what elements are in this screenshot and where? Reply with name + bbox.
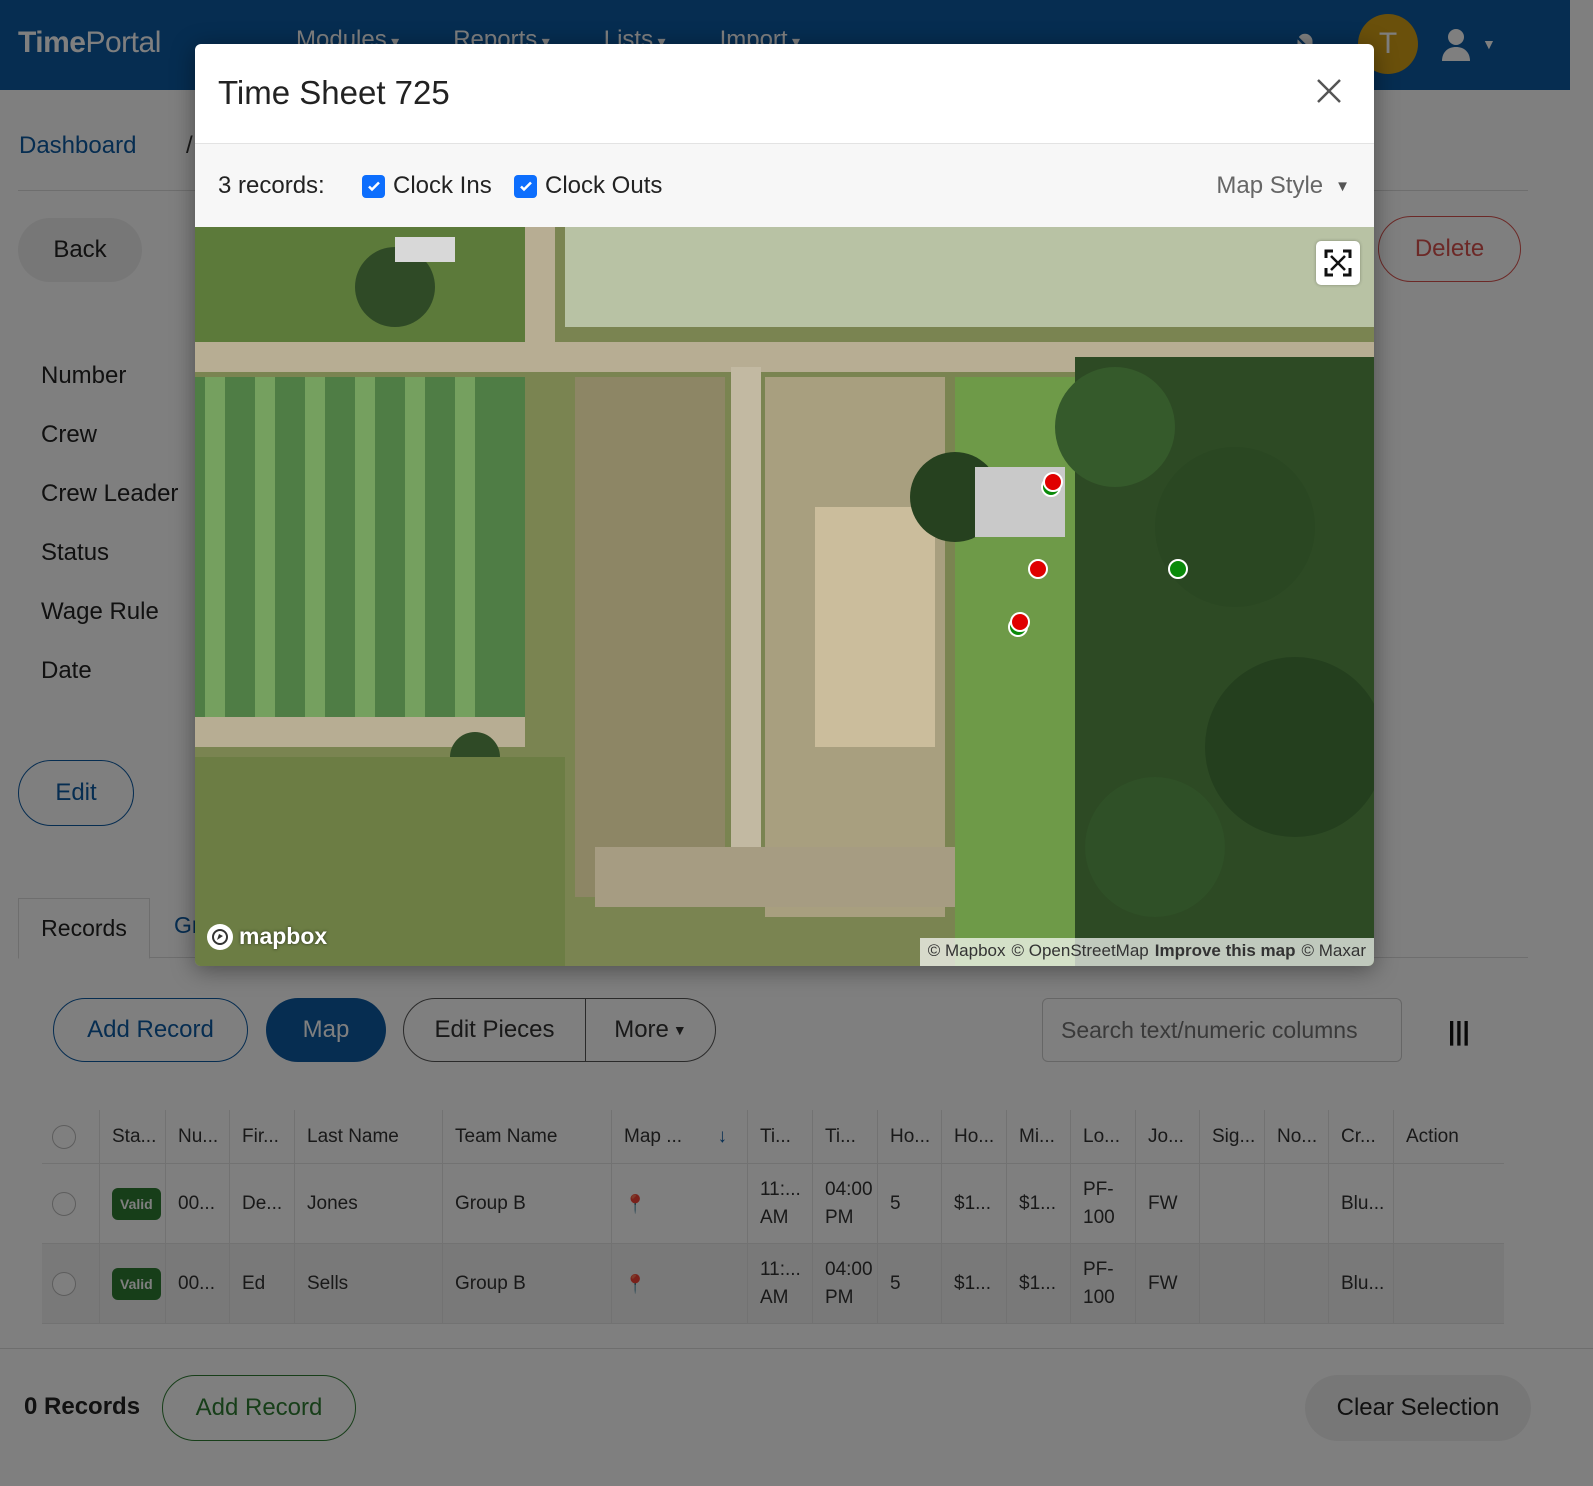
improve-map-link[interactable]: Improve this map xyxy=(1155,941,1296,963)
checkmark-icon xyxy=(362,174,385,198)
attribution-maxar[interactable]: © Maxar xyxy=(1302,941,1366,963)
chevron-down-icon: ▼ xyxy=(1335,177,1350,195)
clock-ins-checkbox[interactable]: Clock Ins xyxy=(362,172,492,200)
timesheet-map-modal: Time Sheet 725 3 records: Clock Ins Cloc… xyxy=(195,44,1374,966)
attribution-osm[interactable]: © OpenStreetMap xyxy=(1011,941,1148,963)
clock-out-marker[interactable] xyxy=(1010,612,1030,632)
clock-out-marker[interactable] xyxy=(1028,559,1048,579)
clock-outs-label: Clock Outs xyxy=(545,172,663,199)
attribution-mapbox[interactable]: © Mapbox xyxy=(928,941,1006,963)
mapbox-logo[interactable]: mapbox xyxy=(207,923,327,950)
satellite-map[interactable]: mapbox © Mapbox © OpenStreetMap Improve … xyxy=(195,227,1374,966)
modal-header: Time Sheet 725 xyxy=(195,44,1374,144)
records-count-label: 3 records: xyxy=(218,172,325,199)
mapbox-icon xyxy=(207,923,233,950)
map-attribution: © Mapbox © OpenStreetMap Improve this ma… xyxy=(919,938,1374,966)
clock-in-marker[interactable] xyxy=(1168,559,1188,579)
checkmark-icon xyxy=(514,174,537,198)
map-style-dropdown[interactable]: Map Style ▼ xyxy=(1216,172,1350,200)
modal-title: Time Sheet 725 xyxy=(218,74,450,111)
close-icon[interactable] xyxy=(1314,76,1344,106)
map-toolbar: 3 records: Clock Ins Clock Outs Map Styl… xyxy=(195,144,1374,227)
clock-outs-checkbox[interactable]: Clock Outs xyxy=(514,172,662,200)
mapbox-wordmark: mapbox xyxy=(239,923,328,949)
clock-out-marker[interactable] xyxy=(1043,472,1063,492)
fullscreen-icon[interactable] xyxy=(1316,241,1360,285)
satellite-imagery xyxy=(195,227,1374,966)
map-style-label: Map Style xyxy=(1216,172,1324,199)
clock-ins-label: Clock Ins xyxy=(393,172,492,199)
